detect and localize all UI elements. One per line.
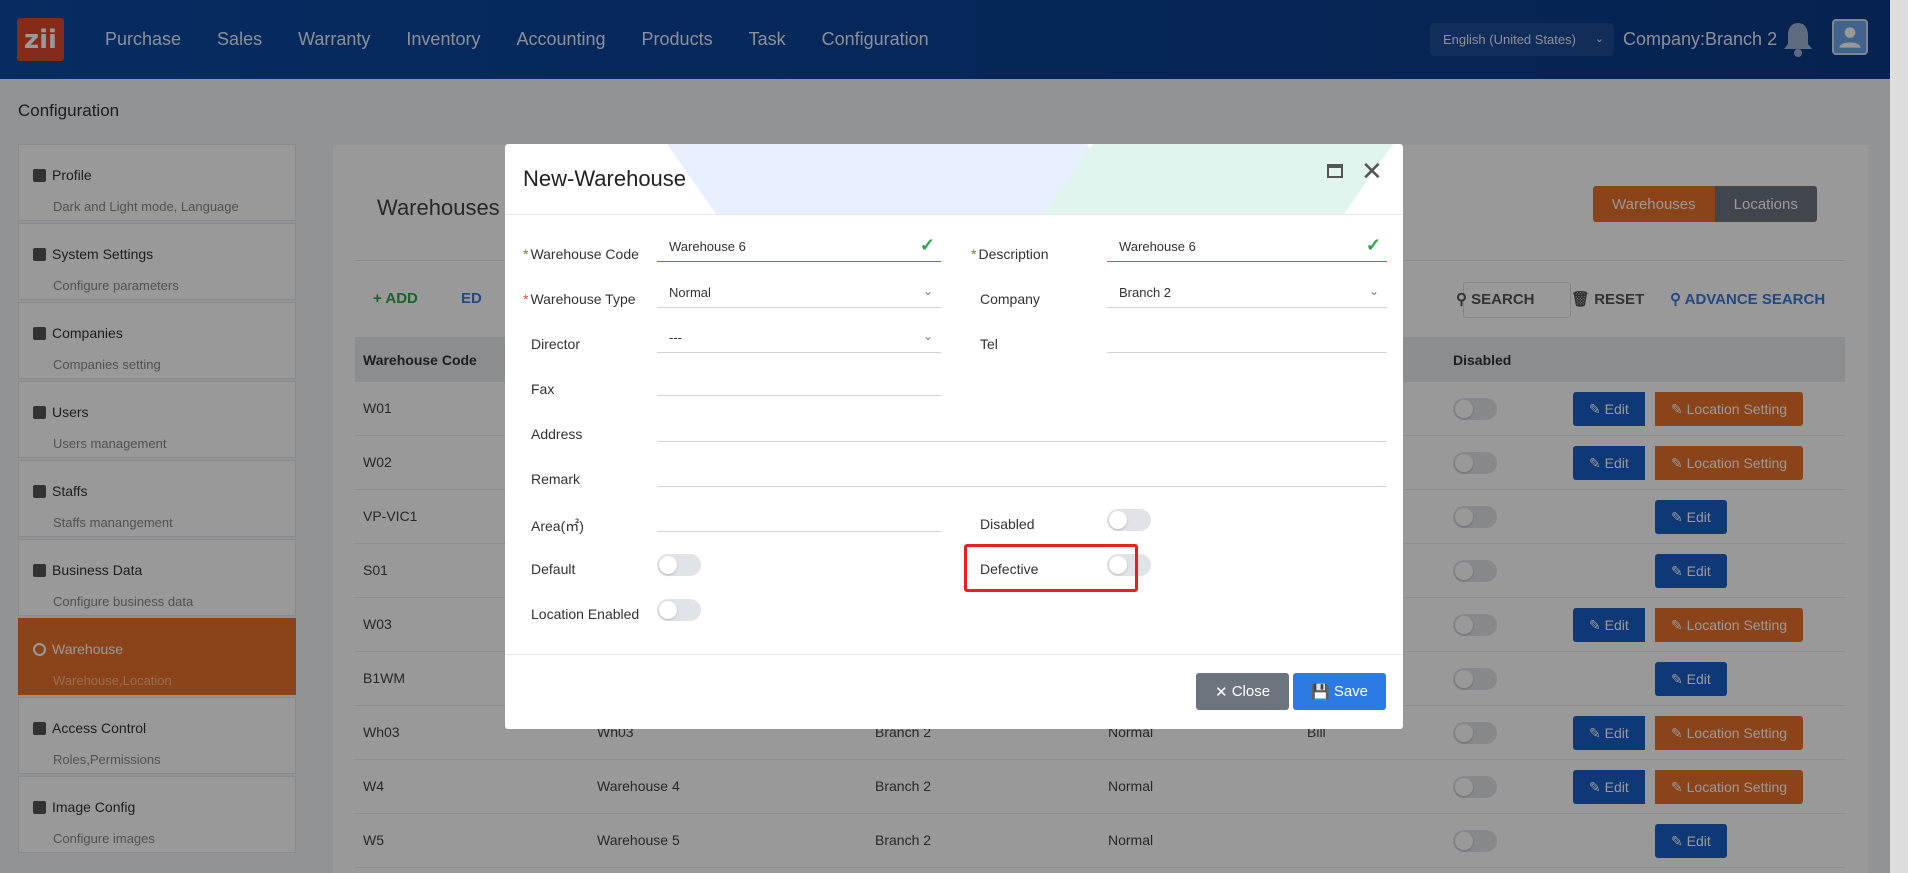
close-label: Close: [1231, 683, 1271, 700]
check-icon: ✓: [919, 235, 935, 255]
tel-field[interactable]: [1107, 323, 1387, 353]
close-icon[interactable]: ✕: [1361, 156, 1383, 187]
chevron-down-icon: ⌄: [922, 284, 933, 298]
save-label: Save: [1333, 683, 1369, 700]
warehouse-type-label: * Warehouse Type: [523, 291, 636, 307]
disabled-toggle[interactable]: [1107, 509, 1151, 531]
area-field[interactable]: [657, 502, 941, 532]
check-icon: ✓: [1365, 235, 1381, 255]
address-label: Address: [531, 426, 583, 442]
dialog-title: New-Warehouse: [523, 166, 687, 191]
fax-field[interactable]: [657, 366, 941, 396]
divider: [505, 214, 1403, 215]
page-scrollbar[interactable]: [1890, 0, 1908, 873]
tel-label: Tel: [980, 336, 998, 352]
close-icon: ✕: [1214, 683, 1232, 701]
warehouse-code-field[interactable]: Warehouse 6 ✓: [657, 232, 941, 262]
warehouse-type-select[interactable]: Normal ⌄: [657, 278, 941, 308]
new-warehouse-dialog: New-Warehouse ✕ * Warehouse Code Warehous…: [505, 144, 1403, 729]
remark-label: Remark: [531, 471, 581, 487]
highlight-box: [964, 544, 1138, 592]
area-label: Area(㎡): [531, 518, 584, 534]
disabled-label: Disabled: [980, 516, 1035, 532]
company-select[interactable]: Branch 2 ⌄: [1107, 278, 1387, 308]
dialog-header: New-Warehouse ✕: [505, 144, 1403, 214]
description-field[interactable]: Warehouse 6 ✓: [1107, 232, 1387, 262]
location-enabled-label: Location Enabled: [531, 606, 640, 622]
remark-field[interactable]: [657, 457, 1387, 487]
company-label: Company: [980, 291, 1040, 307]
fax-label: Fax: [531, 381, 555, 397]
chevron-down-icon: ⌄: [922, 329, 933, 343]
close-button[interactable]: ✕ Close: [1196, 673, 1289, 710]
divider: [505, 654, 1403, 655]
chevron-down-icon: ⌄: [1368, 284, 1379, 298]
address-field[interactable]: [657, 412, 1387, 442]
location-enabled-toggle[interactable]: [657, 599, 701, 621]
default-label: Default: [531, 561, 576, 577]
director-label: Director: [531, 336, 581, 352]
save-button[interactable]: 💾 Save: [1293, 673, 1386, 710]
maximize-icon[interactable]: [1327, 164, 1343, 178]
default-toggle[interactable]: [657, 554, 701, 576]
warehouse-code-label: * Warehouse Code: [523, 246, 639, 262]
description-label: * Description: [971, 246, 1049, 262]
floppy-icon: 💾: [1310, 683, 1334, 701]
director-select[interactable]: --- ⌄: [657, 323, 941, 353]
